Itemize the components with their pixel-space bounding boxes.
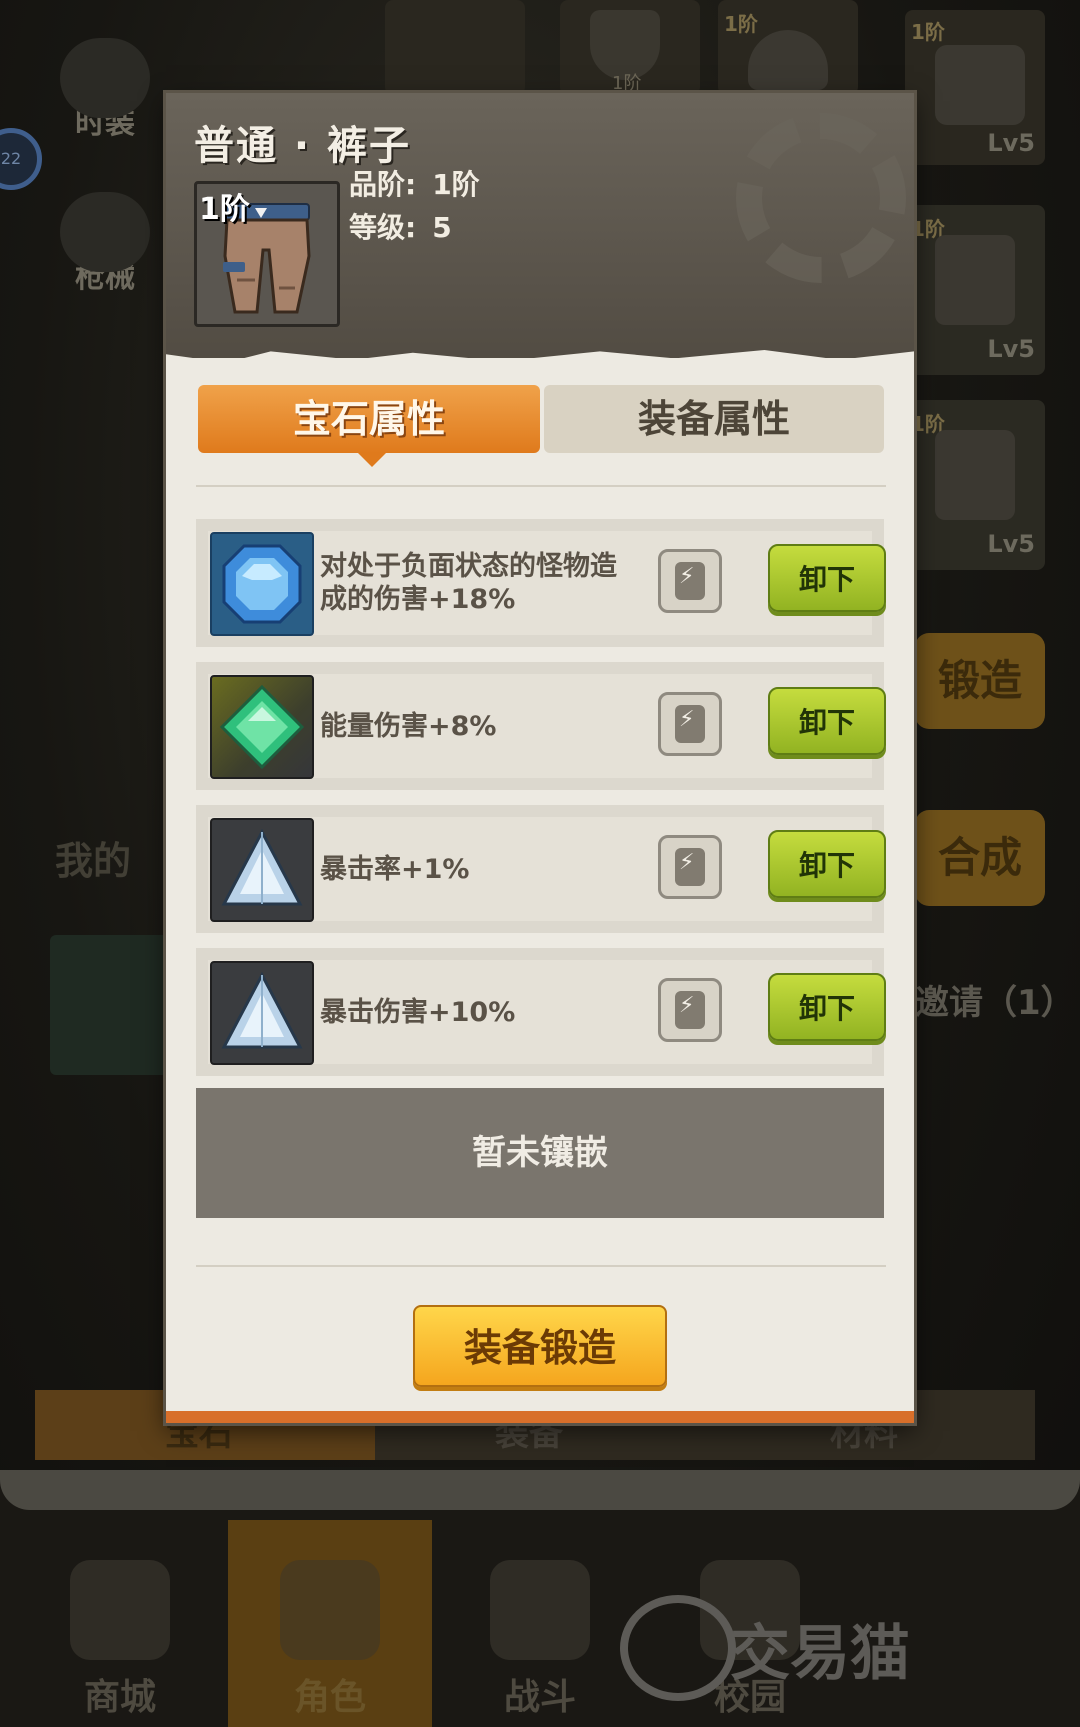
modal-header: 普通 · 裤子 1阶 品阶: 1阶 等级: 5	[166, 93, 914, 358]
gem-lock-button[interactable]	[658, 978, 722, 1042]
equip-slot-helmet[interactable]: 1阶	[718, 0, 858, 95]
gem-row: 暴击伤害+10% 卸下	[196, 948, 886, 1076]
equip-slot-gloves-top[interactable]: 1阶 Lv5	[905, 10, 1045, 165]
gem-icon-frame	[210, 675, 314, 779]
gem-detail-modal: 普通 · 裤子 1阶 品阶: 1阶 等级: 5 宝石属性 装备属性 对处于负面状…	[166, 93, 914, 1423]
side-menu-costume[interactable]: 时装	[30, 38, 180, 142]
compose-side-button[interactable]: 合成	[915, 810, 1045, 906]
divider	[196, 485, 886, 487]
helmet-icon	[748, 30, 828, 90]
equip-slot-shield[interactable]: 1阶	[560, 0, 700, 95]
mine-label: 我的	[55, 839, 132, 883]
lock-icon	[675, 562, 705, 600]
item-stat-level: 等级: 5	[349, 206, 452, 246]
item-icon-frame: 1阶	[194, 181, 340, 327]
pants-icon	[935, 235, 1015, 325]
stat-label: 等级:	[349, 211, 417, 244]
gem-lock-button[interactable]	[658, 692, 722, 756]
costume-icon	[60, 38, 150, 118]
lock-icon	[675, 705, 705, 743]
blue-octagon-gem-icon	[222, 544, 302, 624]
modal-bottom-accent	[166, 1411, 914, 1423]
forge-side-button[interactable]: 锻造	[915, 633, 1045, 729]
item-stat-quality: 品阶: 1阶	[349, 163, 480, 203]
slot-tier: 1阶	[724, 12, 758, 36]
slot-tier: 1阶	[612, 73, 642, 94]
slot-level: Lv5	[987, 530, 1035, 558]
white-triangle-gem-icon	[221, 828, 303, 906]
stat-label: 品阶:	[349, 168, 417, 201]
nav-label: 角色	[293, 1677, 366, 1718]
unload-gem-button[interactable]: 卸下	[768, 830, 886, 898]
tab-equip-attributes[interactable]: 装备属性	[544, 385, 884, 453]
unload-gem-button[interactable]: 卸下	[768, 544, 886, 612]
stat-value: 5	[432, 211, 452, 244]
gem-icon-frame	[210, 961, 314, 1065]
gem-icon-frame	[210, 532, 314, 636]
gem-attribute-text: 暴击率+1%	[320, 853, 470, 885]
gem-attribute-text: 能量伤害+8%	[320, 710, 497, 742]
stat-value: 1阶	[432, 168, 480, 201]
gem-icon-frame	[210, 818, 314, 922]
slot-level: Lv5	[987, 129, 1035, 157]
lock-icon	[675, 848, 705, 886]
invite-label[interactable]: 邀请（1）	[915, 975, 1075, 1024]
gem-row: 对处于负面状态的怪物造成的伤害+18% 卸下	[196, 519, 886, 647]
lock-icon	[675, 991, 705, 1029]
gem-lock-button[interactable]	[658, 549, 722, 613]
gun-icon	[60, 192, 150, 272]
watermark-text: 交易猫	[730, 1619, 910, 1689]
gem-row: 能量伤害+8% 卸下	[196, 662, 886, 790]
battle-icon	[490, 1560, 590, 1660]
white-triangle-gem-icon	[221, 971, 303, 1049]
equipment-forge-button[interactable]: 装备锻造	[413, 1305, 667, 1387]
shop-icon	[70, 1560, 170, 1660]
gem-inventory-slot[interactable]	[50, 935, 180, 1075]
gem-attribute-text: 对处于负面状态的怪物造成的伤害+18%	[320, 551, 617, 615]
unload-gem-button[interactable]: 卸下	[768, 973, 886, 1041]
nav-item-shop[interactable]: 商城	[20, 1560, 220, 1727]
slot-level: Lv5	[987, 335, 1035, 363]
tab-gem-attributes[interactable]: 宝石属性	[198, 385, 540, 467]
character-icon	[280, 1560, 380, 1660]
cat-logo-icon	[620, 1595, 736, 1701]
item-tier-badge: 1阶	[199, 192, 250, 227]
gloves-icon	[935, 45, 1025, 125]
side-menu: 时装 枪械	[30, 20, 180, 296]
gem-lock-button[interactable]	[658, 835, 722, 899]
unload-gem-button[interactable]: 卸下	[768, 687, 886, 755]
snow-decoration	[0, 1470, 1080, 1510]
empty-gem-slot[interactable]: 暂未镶嵌	[196, 1088, 884, 1218]
side-menu-guns[interactable]: 枪械	[30, 192, 180, 296]
nav-label: 商城	[83, 1677, 156, 1718]
nav-item-character[interactable]: 角色	[230, 1560, 430, 1727]
green-diamond-gem-icon	[219, 684, 305, 770]
gear-decoration-icon	[736, 113, 906, 283]
nav-label: 战斗	[503, 1677, 576, 1718]
gem-row: 暴击率+1% 卸下	[196, 805, 886, 933]
equip-slot-pants[interactable]: 1阶 Lv5	[905, 205, 1045, 375]
gem-attribute-text: 暴击伤害+10%	[320, 996, 516, 1028]
equip-slot-boots[interactable]: 1阶 Lv5	[905, 400, 1045, 570]
nav-item-battle[interactable]: 战斗	[440, 1560, 640, 1727]
watermark: 交易猫	[620, 1595, 910, 1701]
boots-icon	[935, 430, 1015, 520]
slot-tier: 1阶	[911, 20, 945, 44]
divider	[196, 1265, 886, 1267]
hero-portrait-icon	[385, 0, 525, 95]
